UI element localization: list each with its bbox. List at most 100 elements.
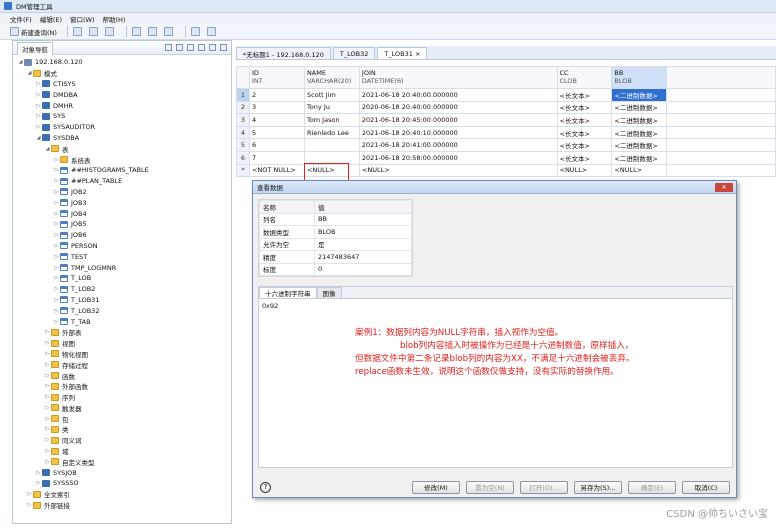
navigator-tab[interactable]: 对象导航	[17, 42, 53, 55]
collapsed-arrow-icon[interactable]: ▷	[53, 189, 60, 195]
column-header-cc[interactable]: CC CLOB	[556, 66, 613, 89]
tree-node[interactable]: ▷ 自定义类型	[13, 456, 231, 467]
tree-node[interactable]: ▷ 包	[13, 413, 231, 424]
collapsed-arrow-icon[interactable]: ▷	[53, 308, 60, 314]
cell-join[interactable]: 2020-06-18 20:40:00.000000	[358, 100, 558, 115]
row-number[interactable]: 5	[236, 138, 250, 152]
tree-node[interactable]: ▷ T_LOB32	[13, 305, 231, 316]
tree-node[interactable]: ▷ 全文索引	[13, 489, 231, 500]
connect-icon[interactable]	[165, 44, 172, 51]
cancel-button[interactable]: 取消(C)	[682, 480, 730, 494]
tree-node[interactable]: ▷ 系统表	[13, 154, 231, 165]
collapsed-arrow-icon[interactable]: ▷	[44, 383, 51, 389]
collapsed-arrow-icon[interactable]: ▷	[53, 200, 60, 206]
column-header-name[interactable]: NAME VARCHAR(20)	[303, 66, 360, 89]
tree-node[interactable]: ▷ TEST	[13, 251, 231, 262]
cell-join[interactable]: 2021-06-18 20:40:10.000000	[358, 125, 558, 140]
table-row[interactable]: 5 6 2021-06-18 20:41:00.000000 <长文本> <二进制数据>	[236, 138, 776, 152]
expanded-arrow-icon[interactable]: ◢	[44, 146, 51, 152]
debug-button[interactable]	[206, 27, 218, 36]
cell-name[interactable]: Tony Ju	[303, 100, 360, 115]
tree-node[interactable]: ▷ 域	[13, 446, 231, 457]
open-button[interactable]	[72, 27, 84, 36]
cell-id[interactable]: 6	[248, 138, 305, 152]
tree-node[interactable]: ▷ 类	[13, 424, 231, 435]
cell-cc[interactable]: <长文本>	[556, 150, 613, 165]
cell-join[interactable]: 2021-06-18 20:41:00.000000	[358, 138, 558, 152]
dialog-close-button[interactable]: ✕	[715, 182, 733, 192]
column-header-id[interactable]: ID INT	[248, 66, 305, 89]
tree-node[interactable]: ▷ 视图	[13, 338, 231, 349]
help-icon[interactable]: ?	[260, 481, 271, 493]
minimize-icon[interactable]	[209, 44, 216, 51]
table-row[interactable]: 4 5 Rienledo Lee 2021-06-18 20:40:10.000000…	[236, 125, 776, 140]
collapsed-arrow-icon[interactable]: ▷	[44, 416, 51, 422]
tree-node[interactable]: ▷ 存储过程	[13, 359, 231, 370]
collapsed-arrow-icon[interactable]: ▷	[44, 426, 51, 432]
tree-node[interactable]: ▷ CTISYS	[13, 79, 231, 90]
cell-cc[interactable]: <长文本>	[556, 138, 613, 152]
tab-t-lob31[interactable]: T_LOB31 ×	[377, 47, 428, 59]
tree-node[interactable]: ▷ JOB6	[13, 230, 231, 241]
column-header-bb[interactable]: BB BLOB	[611, 66, 668, 89]
table-row[interactable]: 2 3 Tony Ju 2020-06-18 20:40:00.000000 <长文本>…	[236, 100, 776, 115]
collapsed-arrow-icon[interactable]: ▷	[44, 448, 51, 454]
collapsed-arrow-icon[interactable]: ▷	[53, 254, 60, 260]
refresh-icon[interactable]	[187, 44, 194, 51]
row-number[interactable]: *	[236, 163, 250, 178]
collapsed-arrow-icon[interactable]: ▷	[44, 340, 51, 346]
tree-node[interactable]: ▷ JOB2	[13, 187, 231, 198]
tree-node[interactable]: ▷ 物化视图	[13, 349, 231, 360]
tree-node[interactable]: ▷ T_LOB31	[13, 295, 231, 306]
cell-bb[interactable]: <二进制数据>	[611, 125, 668, 140]
collapsed-arrow-icon[interactable]: ▷	[53, 275, 60, 281]
collapsed-arrow-icon[interactable]: ▷	[26, 502, 33, 508]
tree-node[interactable]: ◢ 表	[13, 143, 231, 154]
cell-name[interactable]: Rienledo Lee	[303, 125, 360, 140]
collapsed-arrow-icon[interactable]: ▷	[53, 286, 60, 292]
collapsed-arrow-icon[interactable]: ▷	[44, 373, 51, 379]
collapsed-arrow-icon[interactable]: ▷	[44, 459, 51, 465]
cell-name[interactable]: Scott Jim	[303, 88, 360, 102]
collapsed-arrow-icon[interactable]: ▷	[53, 211, 60, 217]
expanded-arrow-icon[interactable]: ◢	[35, 135, 42, 141]
collapsed-arrow-icon[interactable]: ▷	[53, 167, 60, 173]
tree-node[interactable]: ◢ 192.168.0.120	[13, 57, 231, 68]
tree-node[interactable]: ▷ 同义词	[13, 435, 231, 446]
tree-node[interactable]: ▷ JOB5	[13, 219, 231, 230]
tree-node[interactable]: ▷ SYS	[13, 111, 231, 122]
menu-help[interactable]: 帮助(H)	[103, 14, 126, 24]
tree-node[interactable]: ▷ DMDBA	[13, 89, 231, 100]
column-header-join[interactable]: JOIN DATETIME(6)	[358, 66, 558, 89]
collapsed-arrow-icon[interactable]: ▷	[44, 405, 51, 411]
cell-bb[interactable]: <二进制数据>	[611, 138, 668, 152]
cell-bb[interactable]: <二进制数据>	[611, 100, 668, 115]
cell-id[interactable]: 4	[248, 113, 305, 127]
filter-icon[interactable]	[198, 44, 205, 51]
cell-cc[interactable]: <长文本>	[556, 113, 613, 127]
home-button[interactable]	[190, 27, 202, 36]
collapsed-arrow-icon[interactable]: ▷	[53, 157, 60, 163]
tree-node[interactable]: ▷ 外部链接	[13, 500, 231, 511]
cell-name[interactable]: Tom Jason	[303, 113, 360, 127]
ok-button[interactable]: 确定(E)	[628, 480, 676, 494]
tree-node[interactable]: ▷ T_TAB	[13, 316, 231, 327]
cell-id[interactable]: 2	[248, 88, 305, 102]
tab-untitled-query[interactable]: *无标题1 - 192.168.0.120	[236, 47, 331, 59]
hex-value[interactable]: 0x92	[259, 299, 732, 313]
paste-button[interactable]	[163, 27, 175, 36]
collapsed-arrow-icon[interactable]: ▷	[53, 297, 60, 303]
row-number[interactable]: 4	[236, 125, 250, 140]
collapsed-arrow-icon[interactable]: ▷	[53, 265, 60, 271]
tree-node[interactable]: ▷ 外部表	[13, 327, 231, 338]
cell-join[interactable]: <NULL>	[358, 163, 558, 178]
collapsed-arrow-icon[interactable]: ▷	[44, 329, 51, 335]
new-query-button[interactable]: 新建查询(N)	[10, 27, 57, 37]
tree-node[interactable]: ▷ T_LOB	[13, 273, 231, 284]
collapsed-arrow-icon[interactable]: ▷	[35, 92, 42, 98]
collapsed-arrow-icon[interactable]: ▷	[35, 124, 42, 130]
cell-join[interactable]: 2021-06-18 20:45:00.000000	[358, 113, 558, 127]
cell-bb[interactable]: <二进制数据>	[611, 88, 668, 102]
collapsed-arrow-icon[interactable]: ▷	[35, 480, 42, 486]
collapsed-arrow-icon[interactable]: ▷	[53, 221, 60, 227]
